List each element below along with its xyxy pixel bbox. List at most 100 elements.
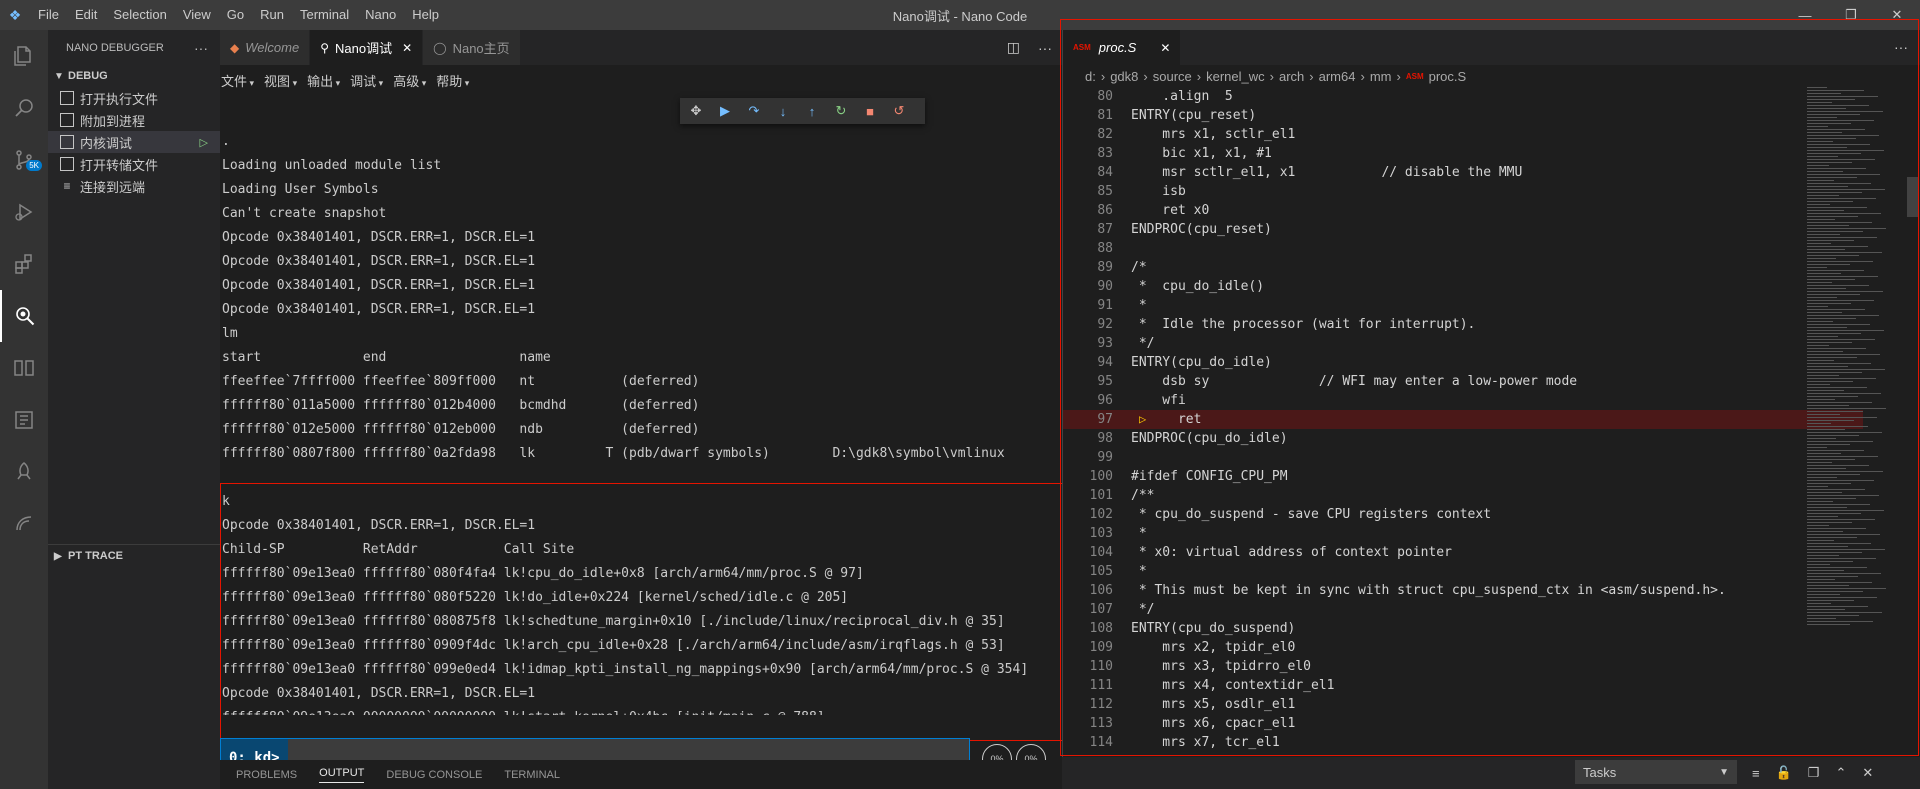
rocket-icon[interactable] (0, 446, 48, 498)
drag-handle-icon[interactable]: ✥ (686, 103, 706, 119)
line-number[interactable]: 112 (1063, 695, 1113, 714)
menu-nano[interactable]: Nano (357, 0, 404, 30)
copy-icon[interactable]: ❐ (1808, 765, 1820, 781)
line-number[interactable]: 95 (1063, 372, 1113, 391)
more-icon[interactable]: ··· (1894, 30, 1908, 65)
nano-debugger-icon[interactable] (0, 290, 48, 342)
line-number[interactable]: 92 (1063, 315, 1113, 334)
step-into-icon[interactable]: ↓ (773, 104, 793, 119)
book-icon[interactable] (0, 342, 48, 394)
line-number[interactable]: 102 (1063, 505, 1113, 524)
trace-icon[interactable] (0, 498, 48, 550)
menu-terminal[interactable]: Terminal (292, 0, 357, 30)
minimize-icon[interactable]: — (1782, 0, 1828, 30)
line-number[interactable]: 104 (1063, 543, 1113, 562)
menu-help[interactable]: Help (404, 0, 447, 30)
sidebar-item-attach-process[interactable]: 附加到进程 (48, 109, 220, 131)
line-number[interactable]: 97 (1063, 410, 1113, 429)
sidebar-item-kernel-debug[interactable]: 内核调试 ▷ (48, 131, 220, 153)
breadcrumb-item[interactable]: arm64 (1319, 69, 1356, 84)
more-icon[interactable]: ··· (1038, 40, 1052, 56)
tab-output[interactable]: OUTPUT (319, 767, 365, 783)
line-number[interactable]: 101 (1063, 486, 1113, 505)
breadcrumb-item[interactable]: proc.S (1429, 69, 1467, 84)
nano-menu-output[interactable]: 输出 (307, 71, 340, 90)
tasks-select[interactable]: Tasks ▼ (1575, 760, 1737, 784)
close-icon[interactable]: ✕ (1160, 41, 1170, 55)
nano-menu-advanced[interactable]: 高级 (393, 71, 426, 90)
nano-menu-help[interactable]: 帮助 (436, 71, 469, 90)
menu-run[interactable]: Run (252, 0, 292, 30)
tab-proc-s[interactable]: ASM proc.S ✕ (1063, 30, 1182, 65)
line-number[interactable]: 105 (1063, 562, 1113, 581)
line-number[interactable]: 103 (1063, 524, 1113, 543)
menu-go[interactable]: Go (219, 0, 252, 30)
sidebar-item-connect-remote[interactable]: ≡ 连接到远端 (48, 175, 220, 197)
line-number[interactable]: 94 (1063, 353, 1113, 372)
explorer-icon[interactable] (0, 30, 48, 82)
tab-problems[interactable]: PROBLEMS (236, 769, 297, 781)
line-number[interactable]: 96 (1063, 391, 1113, 410)
breadcrumb-item[interactable]: gdk8 (1110, 69, 1138, 84)
close-icon[interactable]: ✕ (1874, 0, 1920, 30)
breadcrumb-item[interactable]: kernel_wc (1206, 69, 1265, 84)
clear-output-icon[interactable]: ≡ (1752, 766, 1760, 781)
breadcrumb-item[interactable]: arch (1279, 69, 1304, 84)
scrollbar-thumb[interactable] (1907, 177, 1919, 217)
sidebar-item-open-dump[interactable]: 打开转储文件 (48, 153, 220, 175)
run-debug-icon[interactable] (0, 186, 48, 238)
nano-menu-view[interactable]: 视图 (264, 71, 297, 90)
step-over-icon[interactable]: ↷ (744, 103, 764, 119)
sidebar-item-open-executable[interactable]: 打开执行文件 (48, 87, 220, 109)
close-icon[interactable]: ✕ (402, 41, 412, 55)
line-number[interactable]: 80 (1063, 87, 1113, 106)
minimap[interactable] (1807, 87, 1907, 757)
line-number[interactable]: 83 (1063, 144, 1113, 163)
source-control-icon[interactable]: 5K (0, 134, 48, 186)
line-number[interactable]: 100 (1063, 467, 1113, 486)
step-out-icon[interactable]: ↑ (802, 104, 822, 119)
split-editor-icon[interactable]: ◫ (1007, 39, 1020, 56)
close-panel-icon[interactable]: ✕ (1862, 765, 1873, 781)
tab-nano-home[interactable]: ◯ Nano主页 (423, 30, 521, 65)
breadcrumb-item[interactable]: d: (1085, 69, 1096, 84)
menu-selection[interactable]: Selection (105, 0, 174, 30)
line-number[interactable]: 99 (1063, 448, 1113, 467)
nano-menu-debug[interactable]: 调试 (350, 71, 383, 90)
line-number[interactable]: 90 (1063, 277, 1113, 296)
line-number[interactable]: 93 (1063, 334, 1113, 353)
tab-terminal[interactable]: TERMINAL (504, 769, 560, 781)
line-number[interactable]: 98 (1063, 429, 1113, 448)
line-number[interactable]: 111 (1063, 676, 1113, 695)
search-icon[interactable] (0, 82, 48, 134)
code-editor[interactable]: 80 .align 5 81 ENTRY(cpu_reset) 82 mrs x1, … (1063, 87, 1863, 757)
line-number[interactable]: 108 (1063, 619, 1113, 638)
pt-trace-header[interactable]: ▶ PT TRACE (48, 545, 220, 567)
line-number[interactable]: 86 (1063, 201, 1113, 220)
menu-file[interactable]: File (30, 0, 67, 30)
menu-edit[interactable]: Edit (67, 0, 105, 30)
breadcrumb-item[interactable]: source (1153, 69, 1192, 84)
line-number[interactable]: 91 (1063, 296, 1113, 315)
line-number[interactable]: 114 (1063, 733, 1113, 752)
tools-icon[interactable] (0, 394, 48, 446)
line-number[interactable]: 110 (1063, 657, 1113, 676)
continue-icon[interactable]: ▶ (715, 103, 735, 119)
nano-menu-file[interactable]: 文件 (221, 71, 254, 90)
lock-icon[interactable]: 🔓 (1776, 765, 1792, 781)
tab-nano-debug[interactable]: ⚲ Nano调试 ✕ (310, 30, 424, 65)
line-number[interactable]: 113 (1063, 714, 1113, 733)
extensions-icon[interactable] (0, 238, 48, 290)
stop-icon[interactable]: ■ (860, 104, 880, 119)
disconnect-icon[interactable]: ↺ (889, 103, 909, 119)
line-number[interactable]: 106 (1063, 581, 1113, 600)
line-number[interactable]: 109 (1063, 638, 1113, 657)
line-number[interactable]: 84 (1063, 163, 1113, 182)
line-number[interactable]: 89 (1063, 258, 1113, 277)
restore-icon[interactable]: ❐ (1828, 0, 1874, 30)
breadcrumb-item[interactable]: mm (1370, 69, 1392, 84)
line-number[interactable]: 87 (1063, 220, 1113, 239)
tab-debug-console[interactable]: DEBUG CONSOLE (386, 769, 482, 781)
restart-icon[interactable]: ↻ (831, 103, 851, 119)
line-number[interactable]: 82 (1063, 125, 1113, 144)
